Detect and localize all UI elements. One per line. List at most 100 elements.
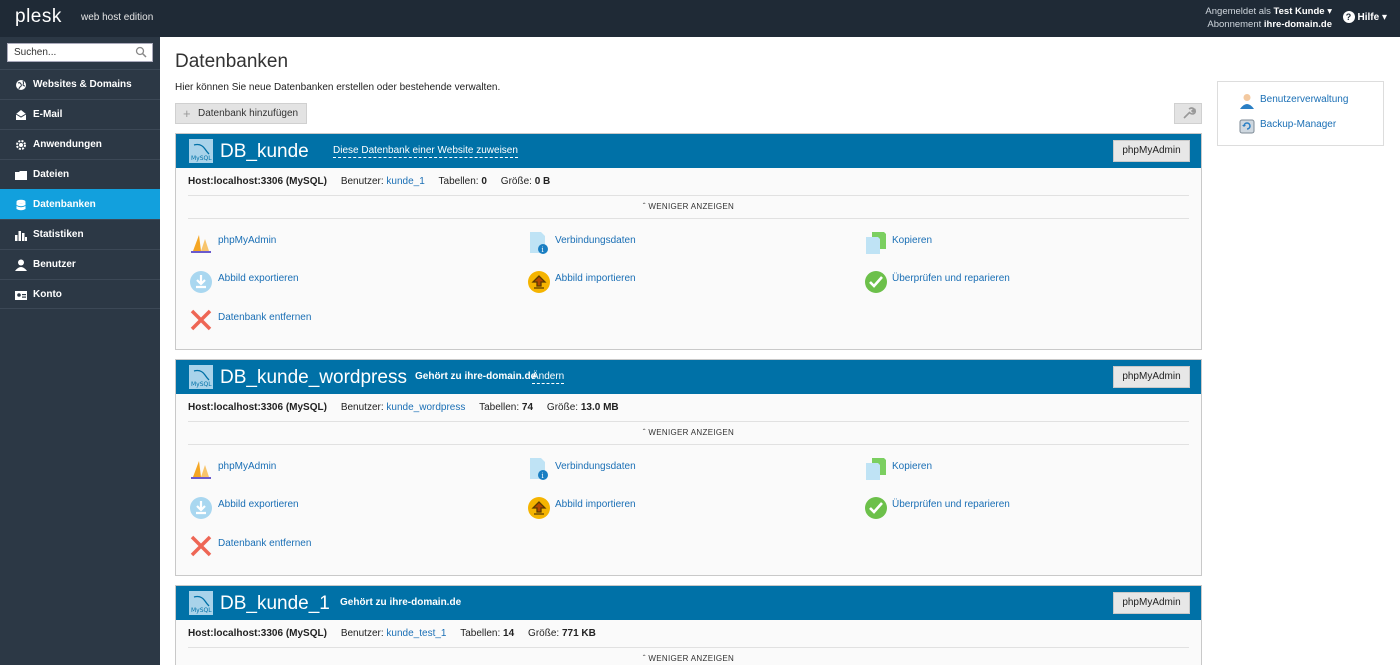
- user-management-icon: [1240, 94, 1254, 109]
- import-dump-link[interactable]: Abbild importieren: [555, 273, 636, 284]
- database-info: Host:localhost:3306 (MySQL) Benutzer: ku…: [188, 628, 596, 639]
- mysql-icon: MySQL: [189, 139, 213, 163]
- user-info: Angemeldet als Test Kunde ▾ Abonnement i…: [1205, 5, 1332, 31]
- owner-info: Gehört zu ihre-domain.de: [415, 371, 537, 382]
- copy-icon: [866, 232, 886, 254]
- owner-info: Gehört zu ihre-domain.de: [340, 597, 462, 608]
- phpmyadmin-icon: [191, 235, 211, 253]
- search-input[interactable]: Suchen...: [7, 43, 153, 62]
- phpmyadmin-link[interactable]: phpMyAdmin: [218, 235, 276, 246]
- connection-info-icon: i: [530, 232, 548, 254]
- backup-manager-icon: [1239, 119, 1255, 134]
- export-icon: [190, 271, 212, 293]
- add-database-button[interactable]: + Datenbank hinzufügen: [175, 103, 308, 124]
- phpmyadmin-icon: [191, 461, 211, 479]
- wrench-icon: [1183, 107, 1197, 119]
- sidebar: Suchen... Websites & Domains E-Mail Anwe…: [0, 37, 160, 665]
- database-name[interactable]: DB_kunde_1: [220, 593, 330, 615]
- connection-info-link[interactable]: Verbindungsdaten: [555, 235, 636, 246]
- backup-manager-link[interactable]: Backup-Manager: [1260, 119, 1336, 130]
- sidebar-item-users[interactable]: Benutzer: [0, 249, 160, 279]
- phpmyadmin-button[interactable]: phpMyAdmin: [1113, 140, 1190, 162]
- owner-domain: ihre-domain.de: [389, 597, 462, 608]
- sidebar-item-account[interactable]: Konto: [0, 279, 160, 309]
- chevron-up-icon: ˆ: [642, 202, 646, 211]
- database-name[interactable]: DB_kunde: [220, 141, 309, 163]
- sidebar-item-label: E-Mail: [33, 109, 63, 120]
- database-card-header: MySQL DB_kunde_wordpress Gehört zu ihre-…: [176, 360, 1201, 394]
- phpmyadmin-button[interactable]: phpMyAdmin: [1113, 366, 1190, 388]
- database-name[interactable]: DB_kunde_wordpress: [220, 367, 407, 389]
- export-dump-link[interactable]: Abbild exportieren: [218, 273, 299, 284]
- user-icon: [15, 259, 27, 271]
- svg-text:MySQL: MySQL: [191, 381, 212, 388]
- check-icon: [865, 497, 887, 519]
- import-icon: [528, 271, 550, 293]
- show-less-toggle[interactable]: ˆ WENIGER ANZEIGEN: [176, 428, 1201, 437]
- copy-icon: [866, 458, 886, 480]
- gear-icon: [16, 140, 26, 150]
- export-dump-link[interactable]: Abbild exportieren: [218, 499, 299, 510]
- sidebar-item-applications[interactable]: Anwendungen: [0, 129, 160, 159]
- copy-link[interactable]: Kopieren: [892, 461, 932, 472]
- database-card: MySQL DB_kunde Diese Datenbank einer Web…: [175, 133, 1202, 350]
- database-user-link[interactable]: kunde_test_1: [386, 628, 446, 639]
- show-less-toggle[interactable]: ˆ WENIGER ANZEIGEN: [176, 654, 1201, 663]
- mysql-icon: MySQL: [189, 365, 213, 389]
- user-menu[interactable]: Test Kunde ▾: [1274, 6, 1332, 17]
- edition-label: web host edition: [81, 12, 154, 23]
- database-card-header: MySQL DB_kunde_1 Gehört zu ihre-domain.d…: [176, 586, 1201, 620]
- top-bar: plesk web host edition Angemeldet als Te…: [0, 0, 1400, 37]
- phpmyadmin-button[interactable]: phpMyAdmin: [1113, 592, 1190, 614]
- assign-website-link[interactable]: Diese Datenbank einer Website zuweisen: [333, 145, 518, 158]
- check-repair-link[interactable]: Überprüfen und reparieren: [892, 273, 1010, 284]
- sidebar-item-label: Datenbanken: [33, 199, 96, 210]
- subscription-value[interactable]: ihre-domain.de: [1264, 19, 1332, 30]
- sidebar-item-databases[interactable]: Datenbanken: [0, 189, 160, 219]
- folder-icon: [15, 171, 27, 180]
- account-icon: [15, 291, 27, 300]
- import-icon: [528, 497, 550, 519]
- sidebar-item-statistics[interactable]: Statistiken: [0, 219, 160, 249]
- export-icon: [190, 497, 212, 519]
- search-icon[interactable]: [135, 46, 147, 58]
- database-card-header: MySQL DB_kunde Diese Datenbank einer Web…: [176, 134, 1201, 168]
- import-dump-link[interactable]: Abbild importieren: [555, 499, 636, 510]
- page-title: Datenbanken: [175, 51, 289, 72]
- check-repair-link[interactable]: Überprüfen und reparieren: [892, 499, 1010, 510]
- sidebar-item-websites-domains[interactable]: Websites & Domains: [0, 69, 160, 99]
- search-placeholder: Suchen...: [14, 47, 57, 58]
- tools-button[interactable]: [1174, 103, 1202, 124]
- connection-info-icon: i: [530, 458, 548, 480]
- remove-database-link[interactable]: Datenbank entfernen: [218, 312, 311, 323]
- tools-panel: Benutzerverwaltung Backup-Manager: [1217, 81, 1384, 146]
- help-menu[interactable]: ? Hilfe ▾: [1342, 11, 1387, 23]
- svg-text:MySQL: MySQL: [191, 607, 212, 614]
- change-link[interactable]: Ändern: [532, 371, 565, 384]
- sidebar-item-label: Statistiken: [33, 229, 84, 240]
- user-management-link[interactable]: Benutzerverwaltung: [1260, 94, 1348, 105]
- remove-icon: [190, 535, 212, 557]
- page-description: Hier können Sie neue Datenbanken erstell…: [175, 82, 501, 93]
- plus-icon: +: [183, 106, 191, 121]
- sidebar-item-email[interactable]: E-Mail: [0, 99, 160, 129]
- copy-link[interactable]: Kopieren: [892, 235, 932, 246]
- svg-text:MySQL: MySQL: [191, 155, 212, 162]
- mail-icon: [15, 110, 27, 120]
- database-user-link[interactable]: kunde_1: [386, 176, 424, 187]
- connection-info-link[interactable]: Verbindungsdaten: [555, 461, 636, 472]
- sidebar-item-label: Websites & Domains: [33, 79, 132, 90]
- help-icon: ?: [1342, 11, 1355, 23]
- remove-database-link[interactable]: Datenbank entfernen: [218, 538, 311, 549]
- sidebar-item-files[interactable]: Dateien: [0, 159, 160, 189]
- phpmyadmin-link[interactable]: phpMyAdmin: [218, 461, 276, 472]
- database-card: MySQL DB_kunde_1 Gehört zu ihre-domain.d…: [175, 585, 1202, 665]
- show-less-toggle[interactable]: ˆ WENIGER ANZEIGEN: [176, 202, 1201, 211]
- globe-icon: [16, 80, 26, 90]
- database-card: MySQL DB_kunde_wordpress Gehört zu ihre-…: [175, 359, 1202, 576]
- database-user-link[interactable]: kunde_wordpress: [386, 402, 465, 413]
- plesk-logo[interactable]: plesk: [15, 6, 62, 28]
- chevron-up-icon: ˆ: [642, 654, 646, 663]
- main-content: Datenbanken Hier können Sie neue Datenba…: [160, 37, 1400, 665]
- owner-domain: ihre-domain.de: [464, 371, 537, 382]
